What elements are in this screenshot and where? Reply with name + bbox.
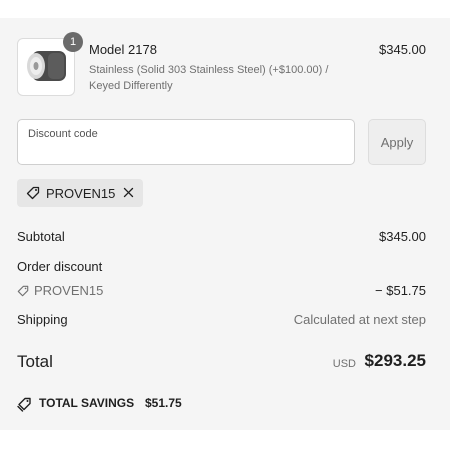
- total-label: Total: [17, 352, 53, 371]
- currency-code: USD: [332, 358, 356, 370]
- tag-icon: [26, 186, 40, 200]
- shipping-value: Calculated at next step: [293, 312, 426, 327]
- applied-discount-chip: PROVEN15: [17, 179, 143, 207]
- order-discount-label: Order discount: [17, 259, 103, 274]
- product-price: $345.00: [379, 42, 426, 57]
- discount-code-label: Discount code: [28, 128, 98, 140]
- discount-amount: − $51.75: [375, 283, 426, 298]
- subtotal-value: $345.00: [379, 229, 426, 244]
- total-amount: $293.25: [364, 351, 426, 370]
- discount-code-name: PROVEN15: [34, 283, 104, 298]
- tag-icon: [17, 285, 29, 297]
- quantity-badge: 1: [63, 32, 83, 52]
- product-name: Model 2178: [89, 42, 157, 57]
- subtotal-label: Subtotal: [17, 229, 65, 244]
- product-line-item: 1 Model 2178 Stainless (Solid 303 Stainl…: [17, 32, 426, 98]
- savings-label: TOTAL SAVINGS: [39, 396, 135, 410]
- apply-button[interactable]: Apply: [368, 119, 426, 165]
- order-summary: 1 Model 2178 Stainless (Solid 303 Stainl…: [0, 18, 450, 430]
- savings-amount: $51.75: [145, 396, 182, 410]
- close-icon[interactable]: [122, 186, 135, 199]
- product-variant: Stainless (Solid 303 Stainless Steel) (+…: [89, 64, 329, 92]
- shipping-label: Shipping: [17, 312, 68, 327]
- discount-code-field[interactable]: Discount code: [17, 119, 355, 165]
- savings-tag-icon: [17, 397, 31, 412]
- total-row: Total USD $293.25: [17, 351, 426, 375]
- applied-code-label: PROVEN15: [46, 186, 116, 201]
- discount-code-input[interactable]: [28, 144, 338, 160]
